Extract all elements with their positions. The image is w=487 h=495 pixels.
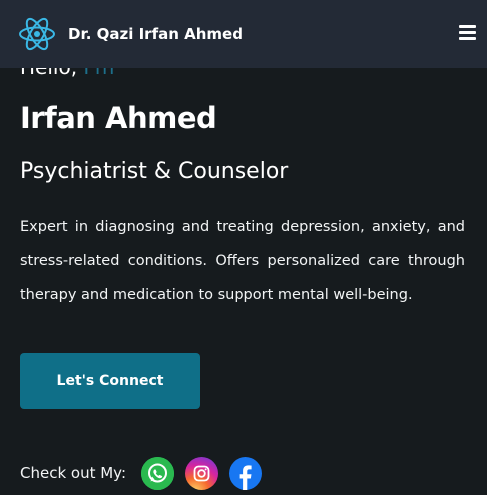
- hero-role: Psychiatrist & Counselor: [20, 159, 289, 184]
- facebook-icon[interactable]: [229, 456, 263, 490]
- react-atom-icon: [19, 17, 55, 51]
- menu-bar: [459, 25, 476, 28]
- menu-bar: [459, 37, 476, 40]
- brand-title: Dr. Qazi Irfan Ahmed: [68, 25, 243, 43]
- instagram-icon[interactable]: [185, 456, 219, 490]
- social-label: Check out My:: [20, 464, 127, 482]
- menu-bar: [459, 31, 476, 34]
- hero-name: Irfan Ahmed: [20, 101, 217, 135]
- navbar: Dr. Qazi Irfan Ahmed: [0, 0, 487, 68]
- social-links: Check out My:: [20, 456, 273, 490]
- hamburger-menu-icon[interactable]: [459, 25, 476, 40]
- brand[interactable]: Dr. Qazi Irfan Ahmed: [18, 17, 243, 51]
- whatsapp-icon[interactable]: [141, 456, 175, 490]
- lets-connect-button[interactable]: Let's Connect: [20, 353, 200, 409]
- hero-bio: Expert in diagnosing and treating depres…: [20, 219, 465, 303]
- page: Hello, I'm Irfan Ahmed Psychiatrist & Co…: [0, 0, 487, 495]
